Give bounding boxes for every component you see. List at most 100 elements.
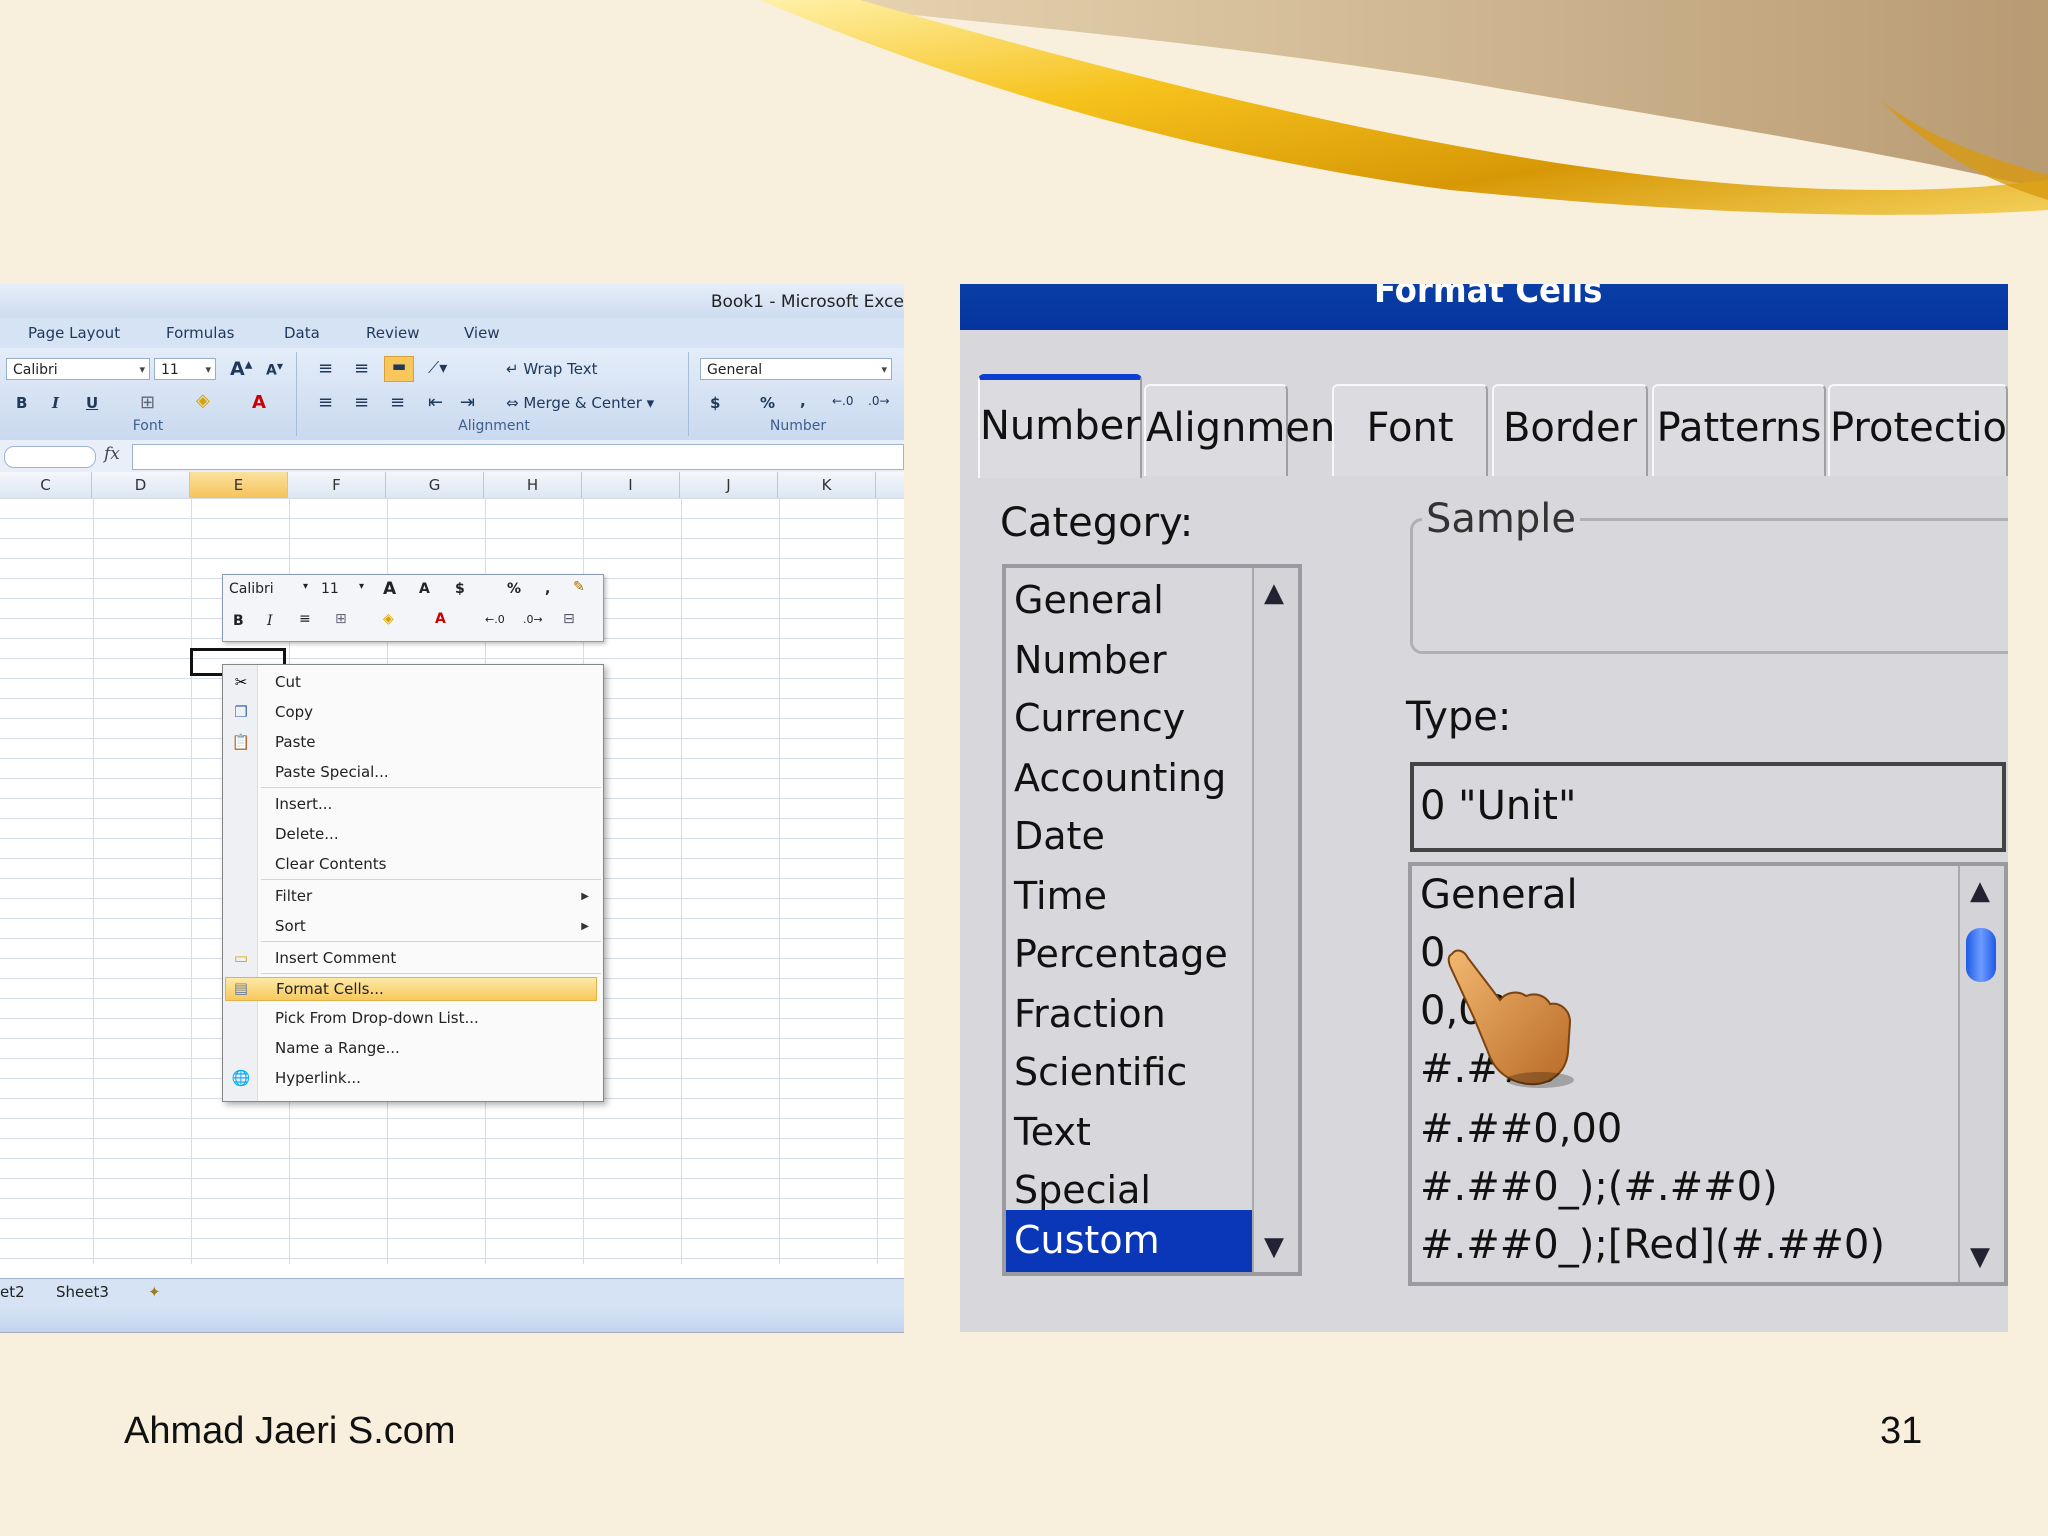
- menu-item-insert[interactable]: Insert...: [275, 795, 332, 813]
- menu-item-insert-comment[interactable]: Insert Comment: [275, 949, 396, 967]
- align-center-icon[interactable]: ≡: [354, 392, 369, 413]
- insert-sheet-icon[interactable]: ✦: [148, 1283, 161, 1301]
- bold-button[interactable]: B: [16, 394, 27, 412]
- mini-borders-icon[interactable]: ⊞: [335, 611, 347, 627]
- menu-item-paste-special[interactable]: Paste Special...: [275, 763, 389, 781]
- mini-center-icon[interactable]: ≡: [299, 611, 311, 627]
- align-top-icon[interactable]: ≡: [318, 358, 333, 379]
- mini-increase-decimal-icon[interactable]: ←.0: [485, 613, 505, 626]
- column-header[interactable]: I: [582, 472, 680, 498]
- scroll-down-icon[interactable]: ▼: [1970, 1242, 1990, 1272]
- scroll-up-icon[interactable]: ▲: [1970, 876, 1990, 906]
- orientation-icon[interactable]: ⟋▾: [428, 358, 447, 378]
- percent-button[interactable]: %: [760, 394, 775, 412]
- column-header[interactable]: D: [92, 472, 190, 498]
- menu-item-copy[interactable]: Copy: [275, 703, 313, 721]
- mini-bold-button[interactable]: B: [233, 613, 244, 629]
- tab-formulas[interactable]: Formulas: [166, 324, 234, 342]
- type-scrollbar[interactable]: ▲ ▼: [1958, 866, 2004, 1282]
- tab-alignment[interactable]: Alignment: [1144, 384, 1351, 476]
- tab-patterns[interactable]: Patterns: [1652, 384, 1826, 476]
- tab-font[interactable]: Font: [1332, 384, 1488, 476]
- decrease-decimal-icon[interactable]: .0→: [868, 394, 890, 408]
- column-header[interactable]: H: [484, 472, 582, 498]
- mini-fill-color-icon[interactable]: ◈: [383, 611, 394, 627]
- menu-item-sort[interactable]: Sort: [275, 917, 306, 935]
- font-color-icon[interactable]: A: [252, 392, 266, 413]
- borders-icon[interactable]: ⊞: [140, 392, 155, 413]
- column-header[interactable]: J: [680, 472, 778, 498]
- sheet-tab[interactable]: et2: [0, 1283, 25, 1301]
- italic-button[interactable]: I: [52, 394, 59, 412]
- scroll-thumb[interactable]: [1966, 928, 1996, 982]
- category-item[interactable]: Fraction: [1014, 992, 1166, 1036]
- column-header-selected[interactable]: E: [190, 472, 288, 498]
- mini-comma-button[interactable]: ,: [545, 581, 550, 597]
- mini-font-name[interactable]: Calibri: [229, 581, 274, 597]
- category-item[interactable]: Text: [1014, 1110, 1091, 1154]
- comma-button[interactable]: ,: [800, 392, 806, 410]
- category-item-selected[interactable]: Custom: [1006, 1210, 1294, 1272]
- menu-item-format-cells[interactable]: Format Cells...: [225, 977, 597, 1001]
- menu-item-paste[interactable]: Paste: [275, 733, 316, 751]
- tab-page-layout[interactable]: Page Layout: [28, 324, 120, 342]
- formula-input[interactable]: [132, 444, 904, 470]
- menu-item-filter[interactable]: Filter: [275, 887, 312, 905]
- mini-font-color-icon[interactable]: A: [435, 611, 446, 627]
- category-scrollbar[interactable]: ▲ ▼: [1252, 568, 1298, 1272]
- currency-button[interactable]: $: [710, 394, 720, 412]
- mini-font-dropdown-icon[interactable]: ▾: [303, 581, 308, 592]
- mini-format-painter-icon[interactable]: ✎: [573, 579, 585, 595]
- fx-icon[interactable]: fx: [104, 444, 120, 464]
- wrap-text-button[interactable]: ↵ Wrap Text: [506, 360, 598, 378]
- mini-percent-button[interactable]: %: [507, 581, 521, 597]
- category-item[interactable]: Special: [1014, 1168, 1151, 1212]
- menu-item-cut[interactable]: Cut: [275, 673, 301, 691]
- scroll-up-icon[interactable]: ▲: [1264, 578, 1284, 608]
- menu-item-delete[interactable]: Delete...: [275, 825, 339, 843]
- align-middle-icon[interactable]: ≡: [354, 358, 369, 379]
- category-item[interactable]: Date: [1014, 814, 1105, 858]
- merge-center-button[interactable]: ⇔ Merge & Center ▾: [506, 394, 654, 412]
- fill-color-icon[interactable]: ◈: [196, 390, 210, 411]
- mini-currency-button[interactable]: $: [455, 581, 465, 597]
- menu-item-clear-contents[interactable]: Clear Contents: [275, 855, 386, 873]
- shrink-font-icon[interactable]: A▼: [266, 362, 283, 379]
- category-item[interactable]: Currency: [1014, 696, 1185, 740]
- mini-italic-button[interactable]: I: [267, 613, 273, 629]
- sheet-tab[interactable]: Sheet3: [56, 1283, 109, 1301]
- mini-decrease-decimal-icon[interactable]: .0→: [523, 613, 543, 626]
- category-item[interactable]: Accounting: [1014, 756, 1226, 800]
- grow-font-icon[interactable]: A▲: [230, 358, 252, 380]
- increase-decimal-icon[interactable]: ←.0: [832, 394, 854, 408]
- category-item[interactable]: Percentage: [1014, 932, 1228, 976]
- type-item[interactable]: #.##0,00: [1420, 1106, 1622, 1152]
- mini-size-dropdown-icon[interactable]: ▾: [359, 581, 364, 592]
- increase-indent-icon[interactable]: ⇥: [460, 392, 475, 413]
- category-item[interactable]: Time: [1014, 874, 1107, 918]
- type-item[interactable]: #.##0_);(#.##0): [1420, 1164, 1778, 1210]
- scroll-down-icon[interactable]: ▼: [1264, 1232, 1284, 1262]
- tab-border[interactable]: Border: [1492, 384, 1648, 476]
- mini-merge-icon[interactable]: ⊟: [563, 611, 575, 627]
- align-right-icon[interactable]: ≡: [390, 392, 405, 413]
- category-item[interactable]: Number: [1014, 638, 1167, 682]
- category-item[interactable]: General: [1014, 578, 1164, 622]
- name-box[interactable]: [4, 446, 96, 468]
- tab-view[interactable]: View: [464, 324, 500, 342]
- type-item[interactable]: #.##0_);[Red](#.##0): [1420, 1222, 1885, 1268]
- decrease-indent-icon[interactable]: ⇤: [428, 392, 443, 413]
- tab-data[interactable]: Data: [284, 324, 320, 342]
- number-format-combo[interactable]: General: [700, 358, 892, 381]
- font-size-combo[interactable]: 11: [154, 358, 216, 381]
- mini-shrink-font-icon[interactable]: A: [419, 581, 430, 597]
- type-item[interactable]: General: [1420, 872, 1578, 918]
- menu-item-name-range[interactable]: Name a Range...: [275, 1039, 400, 1057]
- type-item[interactable]: 0: [1420, 930, 1445, 976]
- menu-item-pick-from-list[interactable]: Pick From Drop-down List...: [275, 1009, 479, 1027]
- tab-number[interactable]: Number: [978, 374, 1142, 478]
- font-name-combo[interactable]: Calibri: [6, 358, 150, 381]
- mini-grow-font-icon[interactable]: A: [383, 579, 396, 599]
- mini-font-size[interactable]: 11: [321, 581, 339, 597]
- tab-protection[interactable]: Protection: [1828, 384, 2008, 476]
